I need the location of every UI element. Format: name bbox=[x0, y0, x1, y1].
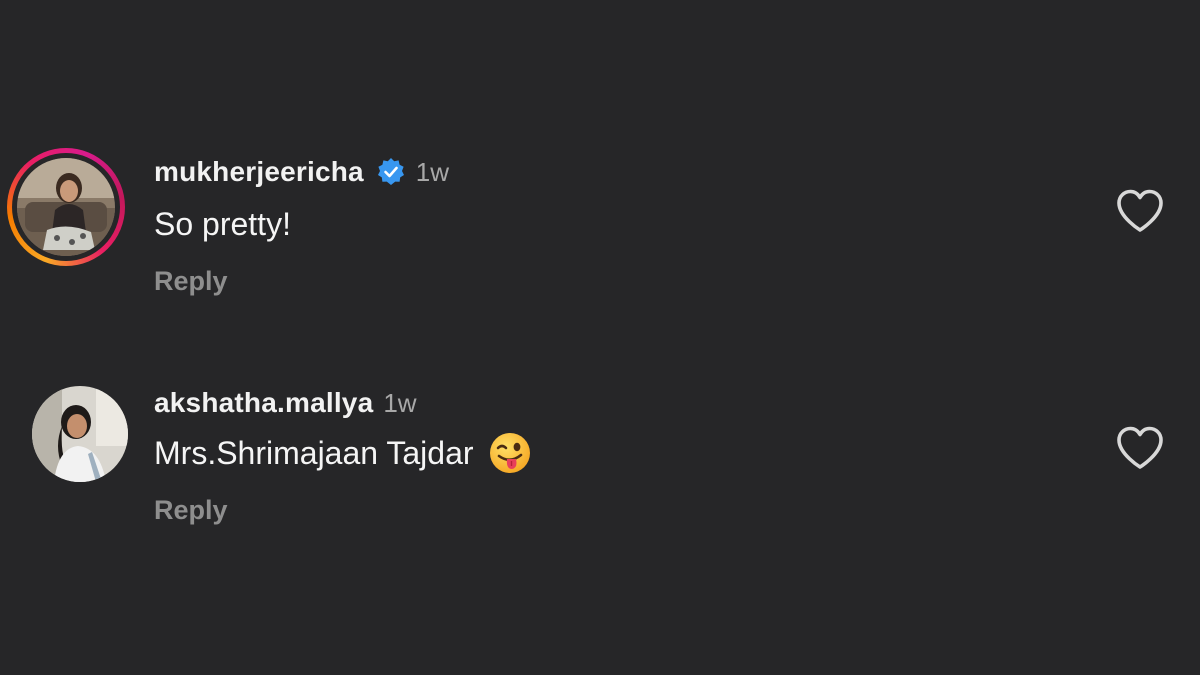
comment-text: Mrs.Shrimajaan Tajdar bbox=[154, 430, 532, 476]
heart-outline-icon[interactable] bbox=[1115, 425, 1165, 471]
username[interactable]: akshatha.mallya bbox=[154, 387, 373, 419]
comment-time: 1w bbox=[383, 387, 417, 418]
comment-header: akshatha.mallya 1w bbox=[154, 383, 417, 423]
comment-item: akshatha.mallya 1w Mrs.Shrimajaan Tajdar bbox=[0, 0, 1200, 675]
reply-button[interactable]: Reply bbox=[154, 495, 228, 526]
winking-face-with-tongue-icon bbox=[488, 431, 532, 475]
comments-list: mukherjeericha 1w So pretty! Reply aksha… bbox=[0, 0, 1200, 675]
comment-text-content: Mrs.Shrimajaan Tajdar bbox=[154, 434, 474, 471]
avatar[interactable] bbox=[32, 386, 128, 482]
